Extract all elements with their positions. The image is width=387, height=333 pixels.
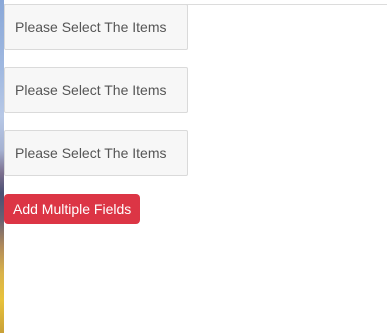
item-select-1[interactable]: Please Select The Items <box>4 4 188 50</box>
item-select-3-placeholder: Please Select The Items <box>15 145 167 161</box>
page-frame: Please Select The Items Please Select Th… <box>0 0 387 333</box>
item-select-2-placeholder: Please Select The Items <box>15 82 167 98</box>
item-select-2[interactable]: Please Select The Items <box>4 67 188 113</box>
item-select-1-placeholder: Please Select The Items <box>15 19 167 35</box>
add-multiple-fields-button[interactable]: Add Multiple Fields <box>4 194 141 224</box>
item-select-3[interactable]: Please Select The Items <box>4 130 188 176</box>
